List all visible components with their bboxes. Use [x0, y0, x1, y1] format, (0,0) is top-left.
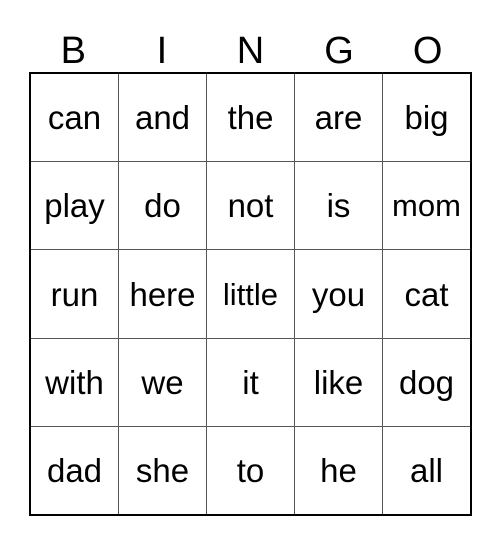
bingo-cell-label: like — [313, 363, 364, 401]
bingo-cell-label: little — [222, 276, 279, 312]
bingo-cell[interactable]: can — [31, 74, 119, 162]
bingo-cell[interactable]: we — [119, 338, 207, 426]
bingo-cell[interactable]: do — [119, 162, 207, 250]
bingo-header-letter-o: O — [412, 30, 443, 72]
bingo-cell[interactable]: it — [207, 338, 295, 426]
bingo-cell-label: cat — [404, 275, 449, 313]
bingo-cell[interactable]: mom — [383, 162, 470, 250]
bingo-cell-label: here — [129, 275, 196, 313]
bingo-cell-label: he — [320, 451, 357, 489]
bingo-cell[interactable]: not — [207, 162, 295, 250]
bingo-cell[interactable]: she — [119, 426, 207, 515]
bingo-cell[interactable]: and — [119, 74, 207, 162]
bingo-header-row: B I N G O — [29, 22, 472, 72]
bingo-cell[interactable]: cat — [383, 250, 470, 338]
bingo-cell[interactable]: with — [31, 338, 119, 426]
bingo-cell-label: the — [227, 99, 274, 137]
bingo-cell-label: can — [47, 99, 102, 137]
bingo-cell[interactable]: play — [31, 162, 119, 250]
bingo-cell-label: play — [44, 187, 105, 225]
bingo-header-letter-n: N — [236, 30, 265, 72]
bingo-cell-label: you — [311, 275, 366, 313]
bingo-grid: can and the are big play do not is mom r… — [29, 72, 472, 516]
bingo-cell-label: is — [326, 187, 351, 225]
bingo-cell[interactable]: little — [207, 250, 295, 338]
bingo-cell-label: to — [236, 451, 265, 489]
bingo-cell[interactable]: run — [31, 250, 119, 338]
bingo-cell-label: mom — [392, 188, 461, 224]
bingo-header-letter-b: B — [60, 30, 86, 72]
bingo-cell[interactable]: is — [295, 162, 383, 250]
bingo-row: dad she to he all — [31, 426, 470, 515]
bingo-cell[interactable]: all — [383, 426, 470, 515]
bingo-cell[interactable]: to — [207, 426, 295, 515]
bingo-row: run here little you cat — [31, 250, 470, 339]
bingo-cell-label: dog — [398, 363, 455, 401]
bingo-cell[interactable]: are — [295, 74, 383, 162]
bingo-cell-label: big — [404, 99, 449, 137]
bingo-cell[interactable]: big — [383, 74, 470, 162]
bingo-cell-label: it — [242, 363, 259, 401]
bingo-cell[interactable]: here — [119, 250, 207, 338]
bingo-card: B I N G O can and the are big play do no… — [29, 22, 472, 516]
bingo-cell[interactable]: dad — [31, 426, 119, 515]
bingo-row: with we it like dog — [31, 338, 470, 427]
bingo-cell-label: we — [141, 363, 184, 401]
bingo-cell[interactable]: the — [207, 74, 295, 162]
bingo-cell[interactable]: dog — [383, 338, 470, 426]
bingo-cell-label: all — [409, 451, 444, 489]
bingo-cell-label: are — [314, 99, 363, 137]
bingo-cell-label: she — [135, 451, 190, 489]
bingo-cell[interactable]: like — [295, 338, 383, 426]
bingo-cell-label: not — [227, 187, 274, 225]
bingo-header-letter-g: G — [324, 30, 354, 72]
bingo-cell[interactable]: you — [295, 250, 383, 338]
bingo-row: can and the are big — [31, 74, 470, 163]
bingo-cell[interactable]: he — [295, 426, 383, 515]
bingo-header-letter-i: I — [156, 30, 168, 72]
bingo-cell-label: with — [45, 363, 104, 401]
bingo-cell-label: do — [144, 187, 181, 225]
bingo-cell-label: run — [50, 275, 99, 313]
bingo-cell-label: dad — [46, 451, 103, 489]
bingo-row: play do not is mom — [31, 162, 470, 251]
bingo-cell-label: and — [134, 99, 191, 137]
